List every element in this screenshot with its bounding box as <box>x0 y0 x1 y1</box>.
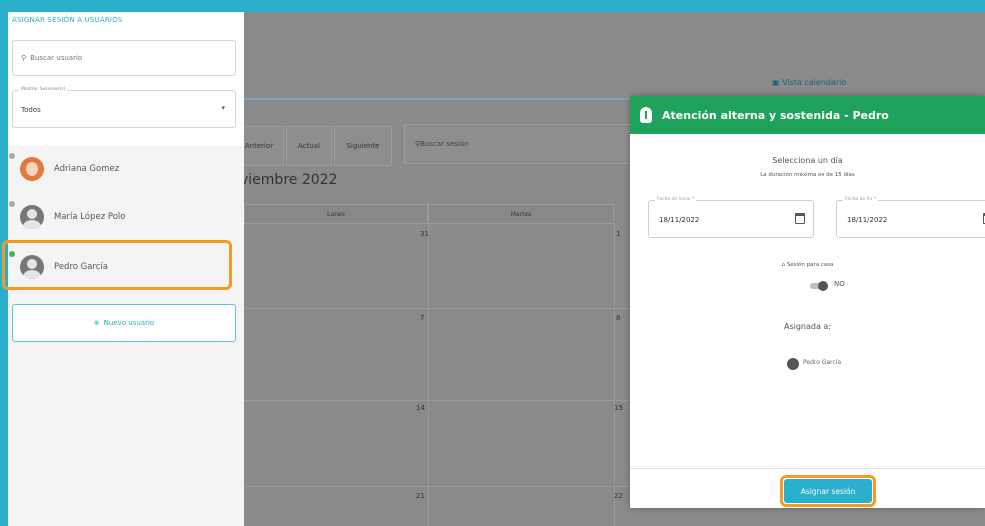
user-list-item[interactable]: Adriana Gomez <box>8 146 244 192</box>
user-search-input[interactable]: ⚲ Buscar usuario <box>12 40 236 76</box>
brain-icon <box>640 107 652 123</box>
start-date-label: Fecha de inicio * <box>655 197 697 202</box>
grid-line <box>428 224 429 526</box>
avatar <box>20 205 44 229</box>
weekday-header-label: Martes <box>510 210 532 218</box>
avatar <box>787 358 799 370</box>
calendar-icon[interactable] <box>795 213 805 224</box>
next-button[interactable]: Siguiente <box>334 126 392 166</box>
weekday-header: Lunes <box>244 204 428 224</box>
filter-value: Todos <box>21 106 41 114</box>
prev-button-label: Anterior <box>244 142 274 150</box>
next-button-label: Siguiente <box>346 142 380 150</box>
status-dot <box>9 153 15 159</box>
dialog-title: Atención alterna y sostenida - Pedro <box>662 108 889 122</box>
new-user-label: Nuevo usuario <box>103 319 155 327</box>
select-day-note: La duración máxima es de 15 días <box>760 172 855 178</box>
assigned-title: Asignada a: <box>783 322 832 331</box>
month-title: viembre 2022 <box>240 172 338 188</box>
filter-label: Mostrar Sesiones(s) <box>19 87 68 92</box>
assigned-user-name: Pedro García <box>803 359 842 366</box>
weekday-header: Martes <box>428 204 614 224</box>
user-list-item[interactable]: María López Polo <box>8 194 244 240</box>
status-dot <box>9 201 15 207</box>
panel-title: ASIGNAR SESIÓN A USUARIOS <box>12 16 123 24</box>
assign-session-dialog: Atención alterna y sostenida - Pedro Sel… <box>630 96 985 508</box>
session-search-input[interactable]: ⚲ Buscar sesión <box>404 124 634 164</box>
toggle-value: NO <box>834 280 845 288</box>
tab-calendar-view-label: Vista calendario <box>782 78 847 87</box>
today-button-label: Actual <box>298 142 320 150</box>
day-number: 1 <box>616 230 621 238</box>
day-number: 31 <box>420 230 429 238</box>
end-date-field[interactable]: Fecha de fin * 18/11/2022 <box>836 197 985 238</box>
grid-line <box>614 224 615 526</box>
end-date-label: Fecha de fin * <box>843 197 879 202</box>
day-number: 14 <box>416 404 425 412</box>
tab-calendar-view[interactable]: ▣ Vista calendario <box>772 78 846 87</box>
weekday-header-label: Lunes <box>327 210 345 218</box>
start-date-field[interactable]: Fecha de inicio * 18/11/2022 <box>648 197 814 238</box>
user-search-placeholder: Buscar usuario <box>30 54 83 62</box>
new-user-button[interactable]: ⊕ Nuevo usuario <box>12 304 236 342</box>
select-day-title: Selecciona un día <box>772 156 843 165</box>
day-number: 7 <box>420 314 425 322</box>
day-number: 22 <box>614 492 623 500</box>
user-name: Adriana Gomez <box>54 164 120 174</box>
home-session-label: Sesión para casa <box>786 262 834 268</box>
day-number: 15 <box>614 404 623 412</box>
dropdown-arrow-icon: ▾ <box>221 104 225 112</box>
user-name: María López Polo <box>54 212 126 222</box>
avatar <box>20 157 44 181</box>
today-button[interactable]: Actual <box>286 126 332 166</box>
toggle-knob <box>818 281 828 291</box>
day-number: 21 <box>416 492 425 500</box>
end-date-value: 18/11/2022 <box>847 216 888 224</box>
home-session-row: ⌂ Sesión para casa <box>630 262 985 268</box>
day-number: 8 <box>616 314 621 322</box>
add-icon: ⊕ <box>93 319 100 327</box>
search-icon: ⚲ <box>21 54 27 62</box>
selection-highlight <box>2 240 232 290</box>
dialog-header: Atención alterna y sostenida - Pedro <box>630 96 985 134</box>
home-session-toggle[interactable] <box>808 281 830 291</box>
session-search-placeholder: Buscar sesión <box>420 140 469 148</box>
start-date-value: 18/11/2022 <box>659 216 700 224</box>
button-highlight <box>780 475 876 507</box>
session-filter-select[interactable]: Mostrar Sesiones(s) Todos ▾ <box>12 87 236 128</box>
